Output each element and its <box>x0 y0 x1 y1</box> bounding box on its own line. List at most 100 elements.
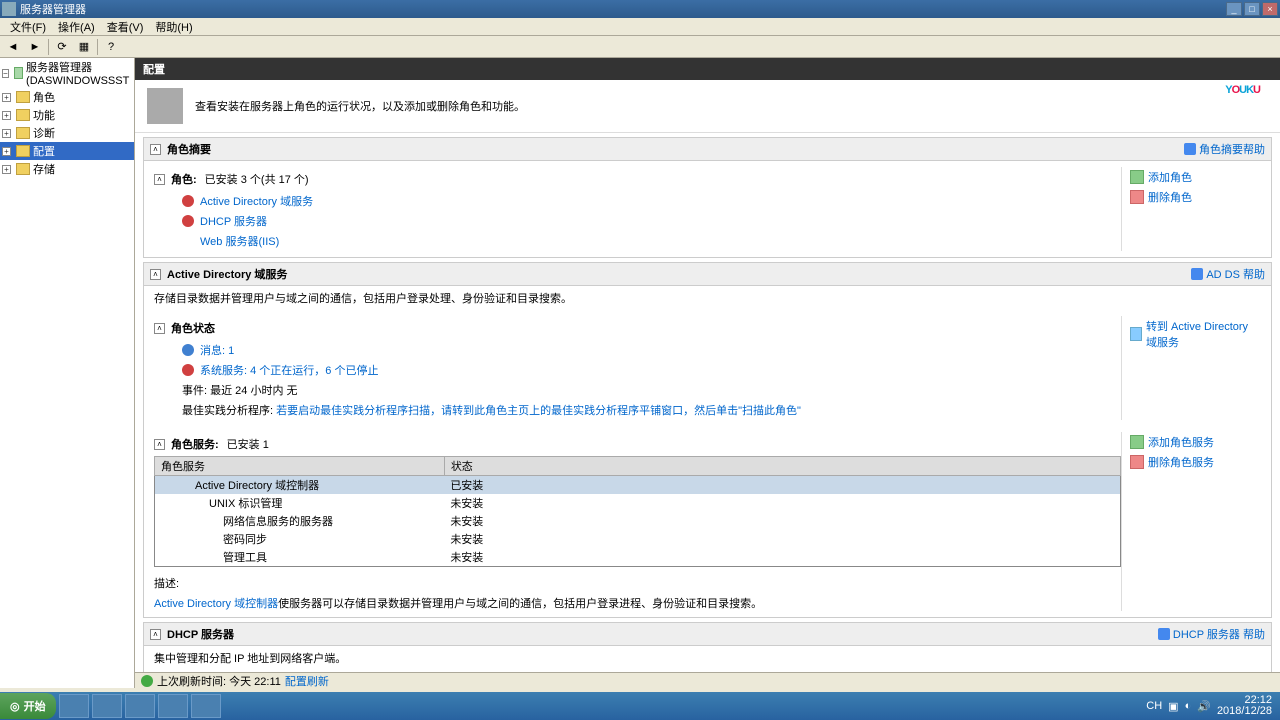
clock[interactable]: 22:12 2018/12/28 <box>1217 695 1272 717</box>
service-name: Active Directory 域控制器 <box>155 476 445 495</box>
tray-icon[interactable]: ▣ <box>1168 700 1178 713</box>
tree-toggle-icon[interactable]: + <box>2 111 11 120</box>
menu-operation[interactable]: 操作(A) <box>52 17 101 37</box>
tree-item[interactable]: + 诊断 <box>0 124 134 142</box>
help-link[interactable]: AD DS 帮助 <box>1191 266 1265 282</box>
prop-button[interactable]: ▦ <box>75 38 93 56</box>
help-button[interactable]: ? <box>102 38 120 56</box>
table-row[interactable]: UNIX 标识管理未安装 <box>155 494 1121 512</box>
minimize-button[interactable]: _ <box>1226 2 1242 16</box>
task-item[interactable] <box>158 694 188 718</box>
taskbar: ◎开始 CH ▣ ◐ 🔊 22:12 2018/12/28 <box>0 692 1280 720</box>
messages-link[interactable]: 消息: 1 <box>200 342 234 358</box>
adds-desc-link[interactable]: Active Directory 域控制器 <box>154 598 278 610</box>
collapse-icon[interactable]: ˄ <box>154 323 165 334</box>
up-button[interactable]: ⟳ <box>53 38 71 56</box>
section-title: 角色摘要 <box>167 141 1184 157</box>
role-link-adds[interactable]: Active Directory 域服务 <box>200 193 313 209</box>
back-button[interactable]: ◄ <box>4 38 22 56</box>
tree-toggle-icon[interactable]: + <box>2 129 11 138</box>
table-row[interactable]: 密码同步未安装 <box>155 530 1121 548</box>
task-item[interactable] <box>59 694 89 718</box>
tray-icon[interactable]: ◐ <box>1185 700 1192 712</box>
folder-icon <box>16 163 30 175</box>
table-row[interactable]: Active Directory 域控制器已安装 <box>155 476 1121 495</box>
collapse-icon[interactable]: ˄ <box>150 269 161 280</box>
tree-item[interactable]: +配置 <box>0 142 134 160</box>
content-header: 配置 <box>135 58 1280 80</box>
section-dhcp: ˄ DHCP 服务器 DHCP 服务器 帮助 集中管理和分配 IP 地址到网络客… <box>143 622 1272 672</box>
tree-item-label: 存储 <box>33 161 55 177</box>
maximize-button[interactable]: □ <box>1244 2 1260 16</box>
collapse-icon[interactable]: ˄ <box>150 144 161 155</box>
close-button[interactable]: × <box>1262 2 1278 16</box>
error-icon <box>182 215 194 227</box>
add-role-services-link[interactable]: 添加角色服务 <box>1130 432 1261 452</box>
app-icon <box>2 2 16 16</box>
roles-label: 角色: <box>171 171 197 187</box>
table-row[interactable]: 网络信息服务的服务器未安装 <box>155 512 1121 530</box>
goto-adds-link[interactable]: 转到 Active Directory 域服务 <box>1130 316 1261 352</box>
service-name: 网络信息服务的服务器 <box>155 512 445 530</box>
menu-view[interactable]: 查看(V) <box>101 17 150 37</box>
window-title: 服务器管理器 <box>20 1 1226 17</box>
help-link[interactable]: DHCP 服务器 帮助 <box>1158 626 1265 642</box>
service-status: 未安装 <box>444 530 1120 548</box>
tree-item[interactable]: + 角色 <box>0 88 134 106</box>
content-banner: 查看安装在服务器上角色的运行状况，以及添加或删除角色和功能。 <box>135 80 1280 133</box>
tray-icon[interactable]: 🔊 <box>1197 700 1211 713</box>
service-name: 密码同步 <box>155 530 445 548</box>
server-icon <box>14 67 23 79</box>
col-status[interactable]: 状态 <box>444 457 1120 476</box>
banner-text: 查看安装在服务器上角色的运行状况，以及添加或删除角色和功能。 <box>195 98 525 114</box>
titlebar: 服务器管理器 _ □ × <box>0 0 1280 18</box>
start-button[interactable]: ◎开始 <box>0 693 56 719</box>
tree-root[interactable]: − 服务器管理器 (DASWINDOWSSST <box>0 58 134 88</box>
collapse-icon[interactable]: ˄ <box>150 629 161 640</box>
toolbar: ◄ ► ⟳ ▦ ? <box>0 36 1280 58</box>
add-roles-link[interactable]: 添加角色 <box>1130 167 1261 187</box>
services-link[interactable]: 系统服务: 4 个正在运行，6 个已停止 <box>200 362 378 378</box>
tree-toggle-icon[interactable]: − <box>2 69 9 78</box>
task-item[interactable] <box>92 694 122 718</box>
tree-item-label: 角色 <box>33 89 55 105</box>
forward-button[interactable]: ► <box>26 38 44 56</box>
col-service[interactable]: 角色服务 <box>155 457 445 476</box>
service-name: 管理工具 <box>155 548 445 567</box>
role-link-dhcp[interactable]: DHCP 服务器 <box>200 213 267 229</box>
collapse-icon[interactable]: ˄ <box>154 439 165 450</box>
task-item[interactable] <box>191 694 221 718</box>
collapse-icon[interactable]: ˄ <box>154 174 165 185</box>
tree-item[interactable]: + 存储 <box>0 160 134 178</box>
lang-indicator[interactable]: CH <box>1146 700 1162 712</box>
tree-toggle-icon[interactable]: + <box>2 93 11 102</box>
help-link[interactable]: 角色摘要帮助 <box>1184 141 1265 157</box>
remove-roles-link[interactable]: 删除角色 <box>1130 187 1261 207</box>
adds-desc: 存储目录数据并管理用户与域之间的通信，包括用户登录处理、身份验证和目录搜索。 <box>144 286 1271 310</box>
role-services-title: 角色服务: <box>171 436 219 452</box>
tree-item-label: 诊断 <box>33 125 55 141</box>
remove-role-services-link[interactable]: 删除角色服务 <box>1130 452 1261 472</box>
folder-icon <box>16 91 30 103</box>
menubar: 文件(F) 操作(A) 查看(V) 帮助(H) <box>0 18 1280 36</box>
table-row[interactable]: 管理工具未安装 <box>155 548 1121 567</box>
help-icon <box>1158 628 1170 640</box>
content-panel: 配置 YOUKU 查看安装在服务器上角色的运行状况，以及添加或删除角色和功能。 … <box>135 58 1280 688</box>
help-icon <box>1184 143 1196 155</box>
role-link-iis[interactable]: Web 服务器(IIS) <box>200 233 279 249</box>
tree-item[interactable]: +功能 <box>0 106 134 124</box>
service-status: 已安装 <box>444 476 1120 495</box>
tree-root-label: 服务器管理器 (DASWINDOWSSST <box>26 59 132 87</box>
menu-help[interactable]: 帮助(H) <box>149 17 198 37</box>
error-icon <box>182 364 194 376</box>
tree-toggle-icon[interactable]: + <box>2 147 11 156</box>
menu-file[interactable]: 文件(F) <box>4 17 52 37</box>
tree-toggle-icon[interactable]: + <box>2 165 11 174</box>
remove-icon <box>1130 455 1144 469</box>
add-icon <box>1130 435 1144 449</box>
config-refresh-link[interactable]: 配置刷新 <box>285 673 329 689</box>
section-title: DHCP 服务器 <box>167 626 1158 642</box>
task-item[interactable] <box>125 694 155 718</box>
info-icon <box>182 344 194 356</box>
content-scroll[interactable]: ˄ 角色摘要 角色摘要帮助 ˄ 角色: 已安装 3 个(共 17 个) Acti… <box>135 133 1280 672</box>
